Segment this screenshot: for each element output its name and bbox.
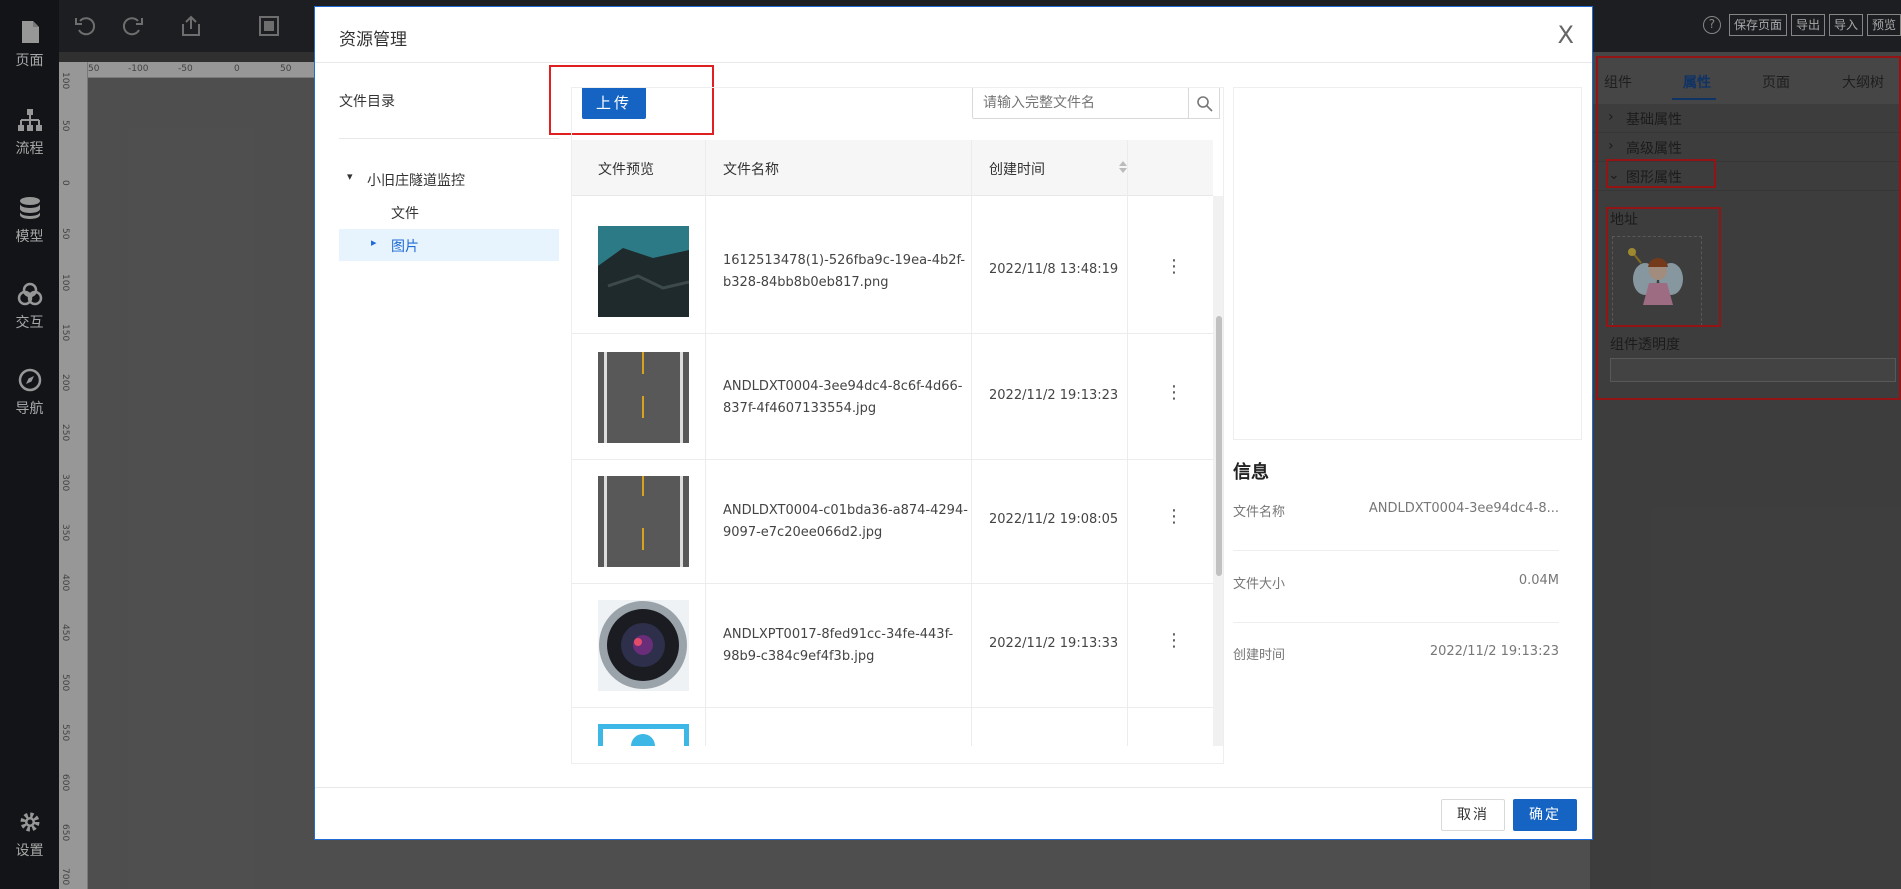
divider <box>339 138 559 139</box>
file-created-time: 2022/11/2 19:08:05 <box>989 512 1119 527</box>
caret-down-icon[interactable]: ▾ <box>347 170 353 183</box>
dialog-header: 资源管理 X <box>315 7 1592 63</box>
divider <box>315 787 1592 788</box>
more-actions-icon[interactable]: ⋮ <box>1165 256 1183 280</box>
file-thumbnail <box>598 600 689 691</box>
tree-node-label: 文件 <box>391 206 419 222</box>
more-actions-icon[interactable]: ⋮ <box>1165 382 1183 406</box>
table-scrollbar-thumb[interactable] <box>1216 316 1222 576</box>
file-name: ANDLDXT0004-c01bda36-a874-4294-9097-e7c2… <box>723 503 968 540</box>
resource-manager-dialog: 资源管理 X 文件目录 ▾ 小旧庄隧道监控 文件 ▸ 图片 上传 文件预览 文件… <box>314 6 1593 840</box>
info-key: 文件大小 <box>1233 577 1286 592</box>
info-key: 文件名称 <box>1233 505 1286 520</box>
column-header-created[interactable]: 创建时间 <box>989 159 1045 179</box>
tree-node-label: 小旧庄隧道监控 <box>367 173 465 189</box>
info-row-filesize: 文件大小 0.04M <box>1233 553 1559 623</box>
file-name: ANDLXPT0017-8fed91cc-34fe-443f-98b9-c384… <box>723 627 954 664</box>
table-row[interactable]: ANDLDXT0004-c01bda36-a874-4294-9097-e7c2… <box>572 460 1213 584</box>
tree-node-files[interactable]: 文件 <box>339 196 559 228</box>
column-header-name: 文件名称 <box>723 162 779 178</box>
table-row[interactable]: ANDLXPT0017-8fed91cc-34fe-443f-98b9-c384… <box>572 584 1213 708</box>
table-row[interactable]: ANDLDXT0004-3ee94dc4-8c6f-4d66-837f-4f46… <box>572 336 1213 460</box>
more-actions-icon[interactable]: ⋮ <box>1165 630 1183 654</box>
file-created-time: 2022/11/2 19:13:23 <box>989 388 1119 403</box>
info-row-created: 创建时间 2022/11/2 19:13:23 <box>1233 624 1559 694</box>
info-value: 0.04M <box>1518 573 1559 588</box>
file-thumbnail <box>598 352 689 443</box>
column-header-preview: 文件预览 <box>598 162 654 178</box>
table-body: 1612513478(1)-526fba9c-19ea-4b2f-b328-84… <box>572 196 1213 746</box>
more-actions-icon[interactable]: ⋮ <box>1165 506 1183 530</box>
file-name: 1612513478(1)-526fba9c-19ea-4b2f-b328-84… <box>723 253 966 290</box>
confirm-button[interactable]: 确定 <box>1513 799 1577 831</box>
file-thumbnail <box>598 226 689 317</box>
dialog-title: 资源管理 <box>339 30 407 50</box>
info-value: 2022/11/2 19:13:23 <box>1429 644 1559 659</box>
file-thumbnail <box>598 476 689 567</box>
file-table: 文件预览 文件名称 创建时间 1612513478(1)-526fba9c-19… <box>571 87 1224 764</box>
info-key: 创建时间 <box>1233 648 1286 663</box>
cancel-button[interactable]: 取消 <box>1441 799 1505 831</box>
close-icon[interactable]: X <box>1558 21 1574 49</box>
info-row-filename: 文件名称 ANDLDXT0004-3ee94dc4-8... <box>1233 481 1559 551</box>
tree-node-label: 图片 <box>391 239 419 255</box>
file-created-time: 2022/11/8 13:48:19 <box>989 262 1119 277</box>
tree-node-images[interactable]: ▸ 图片 <box>339 229 559 261</box>
info-value: ANDLDXT0004-3ee94dc4-8... <box>1368 501 1559 516</box>
table-row[interactable]: 1612513478(1)-526fba9c-19ea-4b2f-b328-84… <box>572 210 1213 334</box>
tree-node-root[interactable]: ▾ 小旧庄隧道监控 <box>339 163 559 195</box>
file-thumbnail <box>598 724 689 746</box>
caret-right-icon[interactable]: ▸ <box>371 236 377 249</box>
table-header: 文件预览 文件名称 创建时间 <box>572 140 1213 196</box>
table-row[interactable] <box>572 708 1213 746</box>
image-preview-area <box>1233 87 1582 440</box>
file-name: ANDLDXT0004-3ee94dc4-8c6f-4d66-837f-4f46… <box>723 379 963 416</box>
directory-title: 文件目录 <box>339 94 395 110</box>
file-created-time: 2022/11/2 19:13:33 <box>989 636 1119 651</box>
